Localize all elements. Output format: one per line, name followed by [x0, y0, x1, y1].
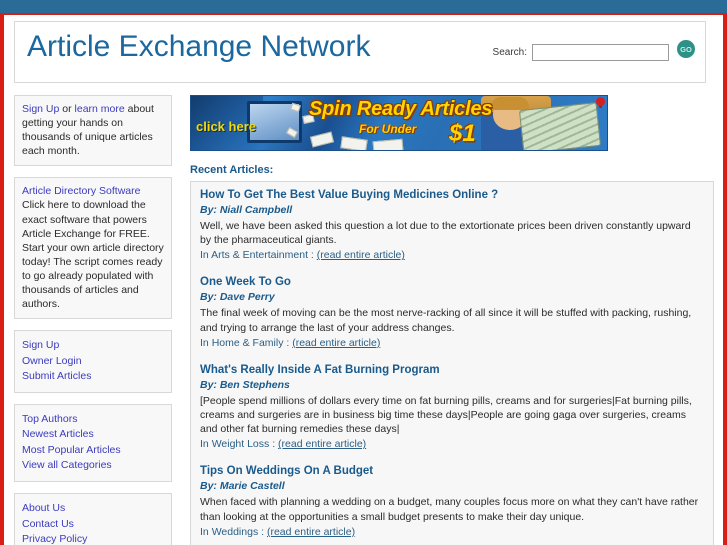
sidebar-learn-more-link[interactable]: learn more [75, 103, 125, 115]
article-author-link[interactable]: By: Ben Stephens [200, 378, 704, 393]
search-input[interactable] [532, 43, 669, 61]
article-title-link[interactable]: Tips On Weddings On A Budget [200, 464, 704, 479]
article-title-link[interactable]: What's Really Inside A Fat Burning Progr… [200, 363, 704, 378]
article-item: Tips On Weddings On A Budget By: Marie C… [200, 464, 704, 539]
sidebar-item-about-us[interactable]: About Us [22, 501, 164, 516]
sidebar-promo-or: or [59, 103, 75, 115]
article-category-prefix: In [200, 249, 212, 262]
banner-price: $1 [449, 120, 476, 147]
article-category-link[interactable]: Weddings [212, 526, 259, 538]
banner-headline: Spin Ready Articles [309, 98, 493, 120]
article-title-link[interactable]: One Week To Go [200, 275, 704, 290]
banner-ad[interactable]: click here Spin Ready Articles For Under… [190, 95, 608, 151]
sidebar-item-top-authors[interactable]: Top Authors [22, 412, 164, 427]
sidebar-promo-software: Article Directory Software Click here to … [14, 177, 172, 320]
browser-top-bar [0, 0, 727, 13]
sidebar-item-sign-up[interactable]: Sign Up [22, 338, 164, 353]
sidebar-article-directory-software-link[interactable]: Article Directory Software [22, 184, 164, 198]
pin-icon [596, 97, 605, 106]
sidebar: Sign Up or learn more about getting your… [14, 95, 172, 545]
hair-icon [491, 97, 529, 110]
article-footer: In Home & Family : (read entire article) [200, 336, 704, 351]
article-category-prefix: In [200, 438, 212, 451]
page-title: Article Exchange Network [27, 30, 371, 63]
article-description: The final week of moving can be the most… [200, 307, 692, 334]
article-category-link[interactable]: Arts & Entertainment [211, 249, 308, 261]
search-label: Search: [492, 46, 527, 58]
sidebar-item-view-all-categories[interactable]: View all Categories [22, 458, 164, 473]
article-title-link[interactable]: How To Get The Best Value Buying Medicin… [200, 188, 704, 203]
sidebar-item-privacy-policy[interactable]: Privacy Policy [22, 532, 164, 545]
article-description: [People spend millions of dollars every … [200, 394, 692, 436]
article-separator: : [258, 525, 267, 538]
article-description: When faced with planning a wedding on a … [200, 496, 699, 523]
banner-subline: For Under [359, 122, 417, 136]
article-separator: : [283, 336, 293, 349]
banknote-icon [372, 138, 404, 150]
search-go-button[interactable]: GO [677, 40, 695, 58]
article-item: How To Get The Best Value Buying Medicin… [200, 188, 704, 263]
sidebar-software-body: Click here to download the exact softwar… [22, 199, 164, 311]
article-author-link[interactable]: By: Marie Castell [200, 479, 704, 494]
page-frame: Article Exchange Network Search: GO Sign… [0, 13, 727, 545]
sidebar-info-nav: About Us Contact Us Privacy Policy Terms… [14, 493, 172, 545]
article-category-link[interactable]: Home & Family [212, 337, 284, 349]
sidebar-signup-link[interactable]: Sign Up [22, 103, 59, 115]
sidebar-item-submit-articles[interactable]: Submit Articles [22, 369, 164, 384]
sidebar-item-newest-articles[interactable]: Newest Articles [22, 427, 164, 442]
banknote-icon [340, 136, 368, 150]
cash-fan-icon [518, 102, 602, 150]
article-footer: In Weddings : (read entire article) [200, 525, 704, 540]
article-category-prefix: In [200, 525, 212, 538]
article-author-link[interactable]: By: Dave Perry [200, 290, 704, 305]
sidebar-promo-signup: Sign Up or learn more about getting your… [14, 95, 172, 167]
articles-panel: How To Get The Best Value Buying Medicin… [190, 181, 714, 545]
sidebar-account-nav: Sign Up Owner Login Submit Articles [14, 330, 172, 394]
site-header: Article Exchange Network Search: GO [14, 21, 706, 83]
article-footer: In Arts & Entertainment : (read entire a… [200, 248, 704, 263]
article-category-prefix: In [200, 336, 212, 349]
article-category-link[interactable]: Weight Loss [212, 438, 270, 450]
article-read-more-link[interactable]: (read entire article) [317, 249, 405, 261]
search-block: Search: GO [493, 40, 695, 64]
article-author-link[interactable]: By: Niall Campbell [200, 203, 704, 218]
article-item: What's Really Inside A Fat Burning Progr… [200, 363, 704, 453]
page-content: Article Exchange Network Search: GO Sign… [4, 15, 723, 545]
sidebar-item-owner-login[interactable]: Owner Login [22, 354, 164, 369]
sidebar-browse-nav: Top Authors Newest Articles Most Popular… [14, 404, 172, 483]
article-separator: : [269, 438, 279, 451]
article-read-more-link[interactable]: (read entire article) [278, 438, 366, 450]
main-content: click here Spin Ready Articles For Under… [190, 95, 714, 545]
article-read-more-link[interactable]: (read entire article) [267, 526, 355, 538]
article-read-more-link[interactable]: (read entire article) [292, 337, 380, 349]
article-separator: : [307, 249, 317, 262]
article-description: Well, we have been asked this question a… [200, 220, 691, 247]
article-item: One Week To Go By: Dave Perry The final … [200, 275, 704, 350]
article-footer: In Weight Loss : (read entire article) [200, 437, 704, 452]
banner-click-here-label: click here [196, 119, 256, 134]
recent-articles-heading: Recent Articles: [190, 164, 274, 176]
sidebar-item-most-popular-articles[interactable]: Most Popular Articles [22, 443, 164, 458]
sidebar-item-contact-us[interactable]: Contact Us [22, 517, 164, 532]
